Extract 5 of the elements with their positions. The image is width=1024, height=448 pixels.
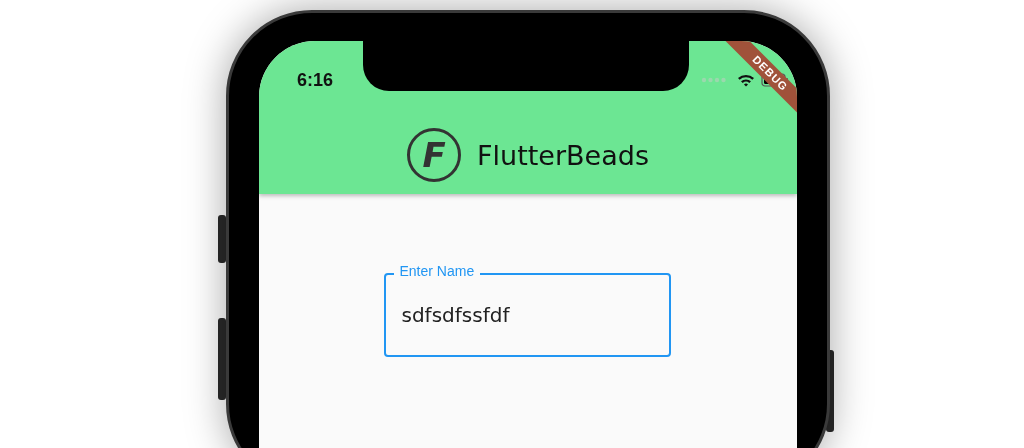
app-title: FlutterBeads bbox=[477, 139, 649, 171]
name-input-field[interactable]: Enter Name sdfsdfssfdf bbox=[383, 263, 671, 357]
signal-icon bbox=[701, 76, 727, 83]
logo-icon: F bbox=[407, 128, 462, 182]
status-time: 6:16 bbox=[297, 70, 334, 91]
